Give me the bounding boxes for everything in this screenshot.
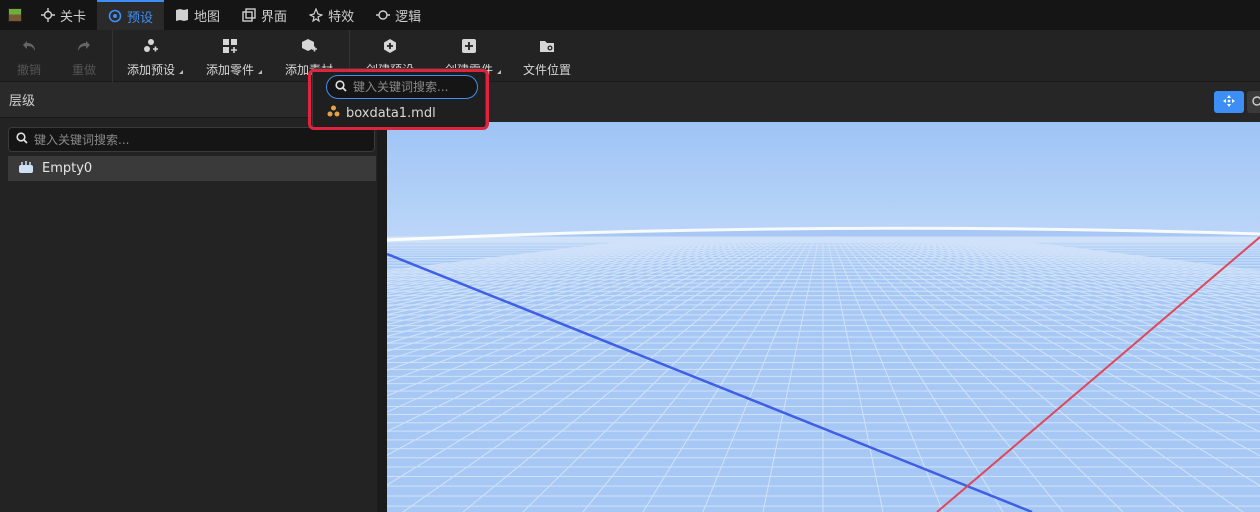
file-location-label: 文件位置 <box>522 63 571 77</box>
hierarchy-search-input[interactable] <box>34 132 354 147</box>
add-part-label: 添加零件 <box>205 63 254 77</box>
toolbar-separator <box>112 30 113 82</box>
redo-button[interactable]: 重做 <box>69 30 99 82</box>
tab-level[interactable]: 关卡 <box>30 0 97 30</box>
editor-window: 关卡 预设 地图 界面 特效 逻辑 撤销 重做 添加预设 添加零件 添加素材 文… <box>0 0 1260 512</box>
add-part-icon <box>221 37 239 55</box>
dropdown-search[interactable] <box>326 75 478 99</box>
tab-logic[interactable]: 逻辑 <box>365 0 432 30</box>
move-icon <box>1223 94 1235 110</box>
add-preset-label: 添加预设 <box>126 63 175 77</box>
add-material-dropdown: boxdata1.mdl <box>312 68 486 128</box>
dropdown-item-label: boxdata1.mdl <box>346 105 436 121</box>
viewport-header <box>387 82 1260 122</box>
app-logo <box>0 0 30 30</box>
gear-icon <box>108 9 122 23</box>
add-preset-icon <box>142 37 160 55</box>
dropdown-item-boxdata1[interactable]: boxdata1.mdl <box>327 103 436 123</box>
tab-map-label: 地图 <box>194 9 221 25</box>
toolbar: 撤销 重做 添加预设 添加零件 添加素材 文件位置 <box>0 30 1260 82</box>
panel-splitter[interactable] <box>377 82 387 512</box>
undo-icon <box>20 37 38 55</box>
tab-ui[interactable]: 界面 <box>231 0 298 30</box>
entity-icon <box>18 160 34 178</box>
tab-level-label: 关卡 <box>60 9 87 25</box>
create-part-icon <box>460 37 478 55</box>
tab-effects-label: 特效 <box>328 9 355 25</box>
rotate-tool-button[interactable] <box>1247 91 1260 113</box>
scene-viewport[interactable] <box>387 122 1260 512</box>
dropdown-arrow-icon <box>497 70 501 74</box>
add-preset-button[interactable]: 添加预设 <box>126 30 183 82</box>
undo-button[interactable]: 撤销 <box>14 30 44 82</box>
tab-map[interactable]: 地图 <box>164 0 231 30</box>
move-tool-button[interactable] <box>1214 91 1244 113</box>
hierarchy-search[interactable] <box>8 127 375 152</box>
create-preset-icon <box>381 37 399 55</box>
map-icon <box>175 8 189 22</box>
search-icon <box>16 132 28 147</box>
tab-preset[interactable]: 预设 <box>97 0 165 30</box>
tab-logic-label: 逻辑 <box>395 9 422 25</box>
redo-label: 重做 <box>71 63 96 77</box>
hierarchy-panel: 层级 Empty0 <box>0 82 377 512</box>
model-icon <box>327 105 340 121</box>
tree-item[interactable]: Empty0 <box>8 156 376 181</box>
effects-icon <box>309 8 324 22</box>
dropdown-arrow-icon <box>258 70 262 74</box>
add-part-button[interactable]: 添加零件 <box>205 30 262 82</box>
logic-icon <box>376 8 391 22</box>
redo-icon <box>75 37 93 55</box>
add-material-icon <box>300 37 318 55</box>
folder-icon <box>538 37 556 55</box>
top-tab-bar: 关卡 预设 地图 界面 特效 逻辑 <box>0 0 1260 30</box>
undo-label: 撤销 <box>16 63 41 77</box>
tab-effects[interactable]: 特效 <box>298 0 365 30</box>
dropdown-search-input[interactable] <box>353 80 473 94</box>
crosshair-icon <box>41 8 55 22</box>
search-icon <box>335 79 347 95</box>
dropdown-arrow-icon <box>179 70 183 74</box>
tree-item-label: Empty0 <box>42 161 93 176</box>
tab-ui-label: 界面 <box>261 9 288 25</box>
tab-preset-label: 预设 <box>127 10 154 26</box>
window-icon <box>242 8 256 22</box>
file-location-button[interactable]: 文件位置 <box>522 30 572 82</box>
rotate-icon <box>1250 95 1260 110</box>
scene-grid <box>387 122 1260 512</box>
